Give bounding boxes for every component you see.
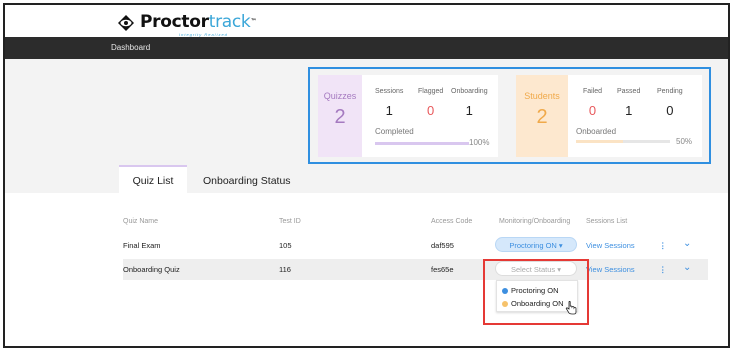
tab-quiz-list[interactable]: Quiz List bbox=[119, 165, 187, 193]
onboarded-percent: 50% bbox=[676, 137, 693, 146]
chevron-down-icon[interactable]: ⌄ bbox=[683, 238, 691, 249]
table-header: Quiz Name Test ID Access Code Monitoring… bbox=[123, 211, 708, 231]
view-sessions-link[interactable]: View Sessions bbox=[586, 265, 635, 274]
quiz-name-cell: Final Exam bbox=[123, 241, 161, 250]
stat-value: 0 bbox=[666, 103, 674, 118]
header-quiz-name: Quiz Name bbox=[123, 218, 159, 225]
view-sessions-link[interactable]: View Sessions bbox=[586, 241, 635, 250]
brand-logo[interactable]: Proctortrack™ Integrity Realized bbox=[117, 13, 256, 37]
students-count: 2 bbox=[536, 106, 548, 128]
app-window: Proctortrack™ Integrity Realized Dashboa… bbox=[3, 3, 730, 348]
stat-flagged: Flagged 0 bbox=[418, 88, 443, 118]
stat-label: Passed bbox=[617, 88, 641, 95]
onboarded-progress-fill bbox=[576, 140, 623, 143]
stat-value: 1 bbox=[465, 103, 473, 118]
header-monitoring: Monitoring/Onboarding bbox=[499, 218, 571, 225]
more-options-icon[interactable]: ⋮ bbox=[659, 241, 667, 250]
stat-label: Failed bbox=[583, 88, 603, 95]
dropdown-highlight-box bbox=[483, 259, 589, 325]
quizzes-count: 2 bbox=[334, 106, 346, 128]
quizzes-card: Quizzes 2 Sessions 1 Flagged 0 Onboardin… bbox=[318, 75, 498, 157]
onboarded-label: Onboarded bbox=[576, 127, 617, 136]
stat-failed: Failed 0 bbox=[583, 88, 602, 118]
students-title: Students bbox=[524, 91, 560, 101]
more-options-icon[interactable]: ⋮ bbox=[659, 265, 667, 274]
stat-value: 1 bbox=[625, 103, 633, 118]
nav-dashboard[interactable]: Dashboard bbox=[111, 43, 150, 52]
brand-name-part1: Proctor bbox=[140, 12, 209, 32]
header-access-code: Access Code bbox=[431, 218, 473, 225]
completed-progress-bar bbox=[375, 142, 469, 145]
brand-name-part2: track bbox=[208, 12, 251, 32]
stat-value: 1 bbox=[385, 103, 393, 118]
quizzes-title: Quizzes bbox=[323, 91, 357, 101]
students-card: Students 2 Failed 0 Passed 1 Pending 0 O… bbox=[516, 75, 702, 157]
onboarded-progress-bar bbox=[576, 140, 670, 143]
stat-passed: Passed 1 bbox=[617, 88, 640, 118]
stat-label: Sessions bbox=[375, 88, 404, 95]
students-hero: Students 2 bbox=[516, 75, 568, 157]
table-row: Final Exam 105 daf595 Proctoring ON ▾ Vi… bbox=[123, 235, 708, 256]
stat-pending: Pending 0 bbox=[657, 88, 683, 118]
trademark: ™ bbox=[250, 18, 257, 25]
stat-sessions: Sessions 1 bbox=[375, 88, 403, 118]
table-row: Onboarding Quiz 116 fes65e Select Status… bbox=[123, 259, 708, 280]
access-code-cell: fes65e bbox=[431, 265, 454, 274]
stat-label: Onboarding bbox=[451, 88, 488, 95]
stat-onboarding: Onboarding 1 bbox=[451, 88, 488, 118]
completed-progress-fill bbox=[375, 142, 469, 145]
quizzes-hero: Quizzes 2 bbox=[318, 75, 362, 157]
quiz-name-cell: Onboarding Quiz bbox=[123, 265, 180, 274]
test-id-cell: 116 bbox=[279, 265, 291, 274]
header: Proctortrack™ Integrity Realized bbox=[5, 5, 728, 37]
completed-label: Completed bbox=[375, 127, 414, 136]
stat-value: 0 bbox=[588, 103, 597, 118]
test-id-cell: 105 bbox=[279, 241, 292, 250]
stat-label: Flagged bbox=[418, 88, 444, 95]
eye-logo-icon bbox=[117, 14, 135, 32]
header-test-id: Test ID bbox=[279, 218, 301, 225]
header-sessions-list: Sessions List bbox=[586, 218, 628, 225]
chevron-down-icon[interactable]: ⌄ bbox=[683, 262, 691, 273]
brand-name: Proctortrack™ bbox=[140, 13, 256, 31]
stat-label: Pending bbox=[657, 88, 683, 95]
status-select-proctoring-on[interactable]: Proctoring ON ▾ bbox=[495, 237, 577, 252]
hand-pointer-icon bbox=[565, 300, 577, 315]
tab-onboarding-status[interactable]: Onboarding Status bbox=[203, 165, 291, 193]
navbar: Dashboard bbox=[5, 37, 728, 59]
stat-value: 0 bbox=[427, 103, 435, 118]
completed-percent: 100% bbox=[469, 138, 490, 147]
access-code-cell: daf595 bbox=[431, 241, 454, 250]
